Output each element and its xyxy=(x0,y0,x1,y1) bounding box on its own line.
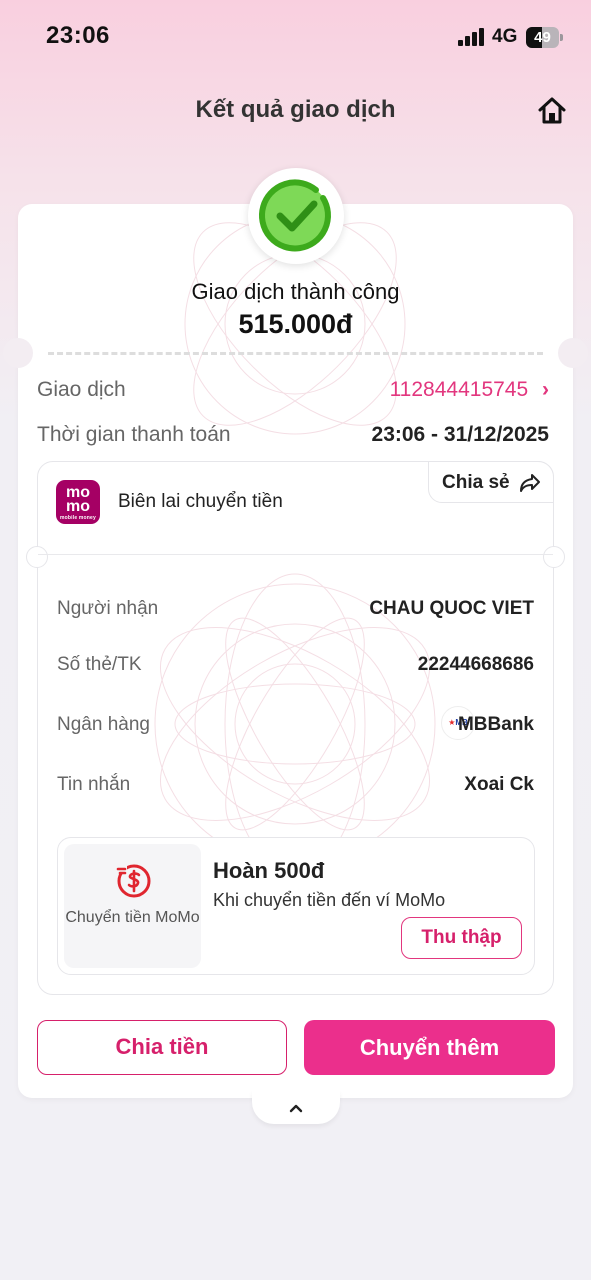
receipt-title: Biên lai chuyển tiền xyxy=(118,491,283,512)
receipt-divider xyxy=(38,554,553,555)
share-icon xyxy=(520,474,540,492)
transaction-amount: 515.000đ xyxy=(238,309,353,339)
bank-label: Ngân hàng xyxy=(57,714,150,735)
recipient-value: CHAU QUOC VIET xyxy=(369,598,534,619)
receipt-notch-left xyxy=(26,546,48,568)
account-value: 22244668686 xyxy=(417,654,534,675)
receipt-notch-right xyxy=(543,546,565,568)
promo-category: Chuyển tiền MoMo xyxy=(64,844,201,968)
home-icon xyxy=(538,97,566,124)
home-button[interactable] xyxy=(536,96,568,126)
cashback-promo: Chuyển tiền MoMo Hoàn 500đ Khi chuyển ti… xyxy=(57,837,535,975)
chevron-up-icon xyxy=(289,1104,303,1113)
collect-button[interactable]: Thu thập xyxy=(401,917,522,959)
chevron-right-icon: › xyxy=(542,378,549,401)
payment-time-label: Thời gian thanh toán xyxy=(37,423,231,446)
money-transfer-icon xyxy=(116,864,151,898)
card-divider xyxy=(48,352,543,355)
status-bar: 23:06 4G 49 xyxy=(0,0,591,74)
transaction-id-label: Giao dịch xyxy=(37,378,126,401)
receipt-panel: mo mo mobile money Biên lai chuyển tiền … xyxy=(26,461,565,995)
momo-logo: mo mo mobile money xyxy=(56,480,100,524)
network-type: 4G xyxy=(492,26,518,47)
card-notch-right xyxy=(558,338,588,368)
message-label: Tin nhắn xyxy=(57,774,131,795)
send-more-button[interactable]: Chuyển thêm xyxy=(304,1020,555,1075)
promo-title: Hoàn 500đ xyxy=(213,858,325,883)
payment-time-value: 23:06 - 31/12/2025 xyxy=(371,423,549,446)
recipient-label: Người nhận xyxy=(57,598,159,619)
message-value: Xoai Ck xyxy=(464,774,534,795)
battery-percent: 49 xyxy=(534,29,551,46)
collapse-handle[interactable] xyxy=(252,1090,340,1124)
page-title: Kết quả giao dịch xyxy=(195,96,396,123)
signal-icon xyxy=(458,28,486,46)
promo-subtitle: Khi chuyển tiền đến ví MoMo xyxy=(213,890,446,910)
split-bill-button[interactable]: Chia tiền xyxy=(37,1020,287,1075)
status-time: 23:06 xyxy=(46,22,110,49)
promo-category-label: Chuyển tiền MoMo xyxy=(65,909,200,926)
account-label: Số thẻ/TK xyxy=(57,654,142,675)
transaction-id-link[interactable]: 112844415745 › xyxy=(390,378,549,402)
share-label: Chia sẻ xyxy=(442,472,510,493)
success-badge xyxy=(248,168,344,264)
check-circle-icon xyxy=(258,179,331,252)
success-message: Giao dịch thành công xyxy=(191,279,400,304)
card-notch-left xyxy=(3,338,33,368)
battery-icon: 49 xyxy=(526,27,563,48)
transaction-id-value: 112844415745 xyxy=(389,378,529,401)
share-button[interactable]: Chia sẻ xyxy=(428,461,554,503)
bank-value: MBBank xyxy=(457,714,534,735)
